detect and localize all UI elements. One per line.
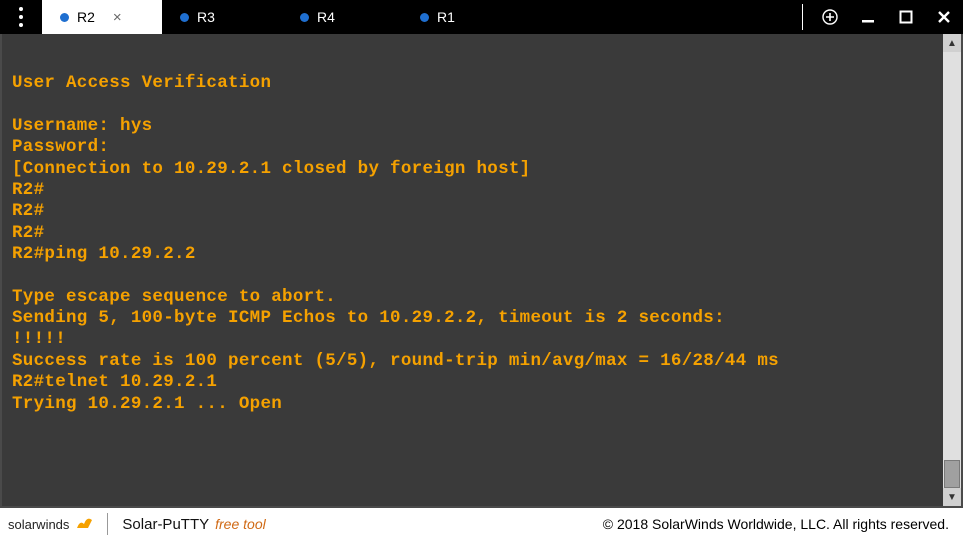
tab-label: R2 [77,9,95,25]
scroll-up-icon[interactable]: ▲ [943,34,961,52]
close-icon [937,10,951,24]
maximize-button[interactable] [887,0,925,34]
tab-label: R3 [197,9,215,25]
maximize-icon [899,10,913,24]
product-tagline: free tool [215,516,266,532]
close-icon[interactable]: × [113,10,122,25]
scrollbar-thumb[interactable] [944,460,960,488]
divider [802,4,803,30]
copyright-text: © 2018 SolarWinds Worldwide, LLC. All ri… [603,516,955,532]
brand-flame-icon [75,514,93,535]
status-dot-icon [180,13,189,22]
scroll-down-icon[interactable]: ▼ [943,488,961,506]
terminal-container: User Access Verification Username: hys P… [0,34,963,508]
product-name: Solar-PuTTY [122,516,209,533]
scrollbar-track[interactable] [943,52,961,488]
minimize-button[interactable] [849,0,887,34]
tab-strip: R2 × R3 R4 R1 [42,0,522,34]
tab-r2[interactable]: R2 × [42,0,162,34]
footer-bar: solarwinds Solar-PuTTY free tool © 2018 … [0,508,963,540]
status-dot-icon [60,13,69,22]
tab-label: R4 [317,9,335,25]
title-bar: R2 × R3 R4 R1 [0,0,963,34]
status-dot-icon [300,13,309,22]
new-tab-button[interactable] [811,0,849,34]
brand-name: solarwinds [8,517,69,532]
tab-r3[interactable]: R3 [162,0,282,34]
terminal-output[interactable]: User Access Verification Username: hys P… [2,34,943,506]
status-dot-icon [420,13,429,22]
close-window-button[interactable] [925,0,963,34]
tab-r1[interactable]: R1 [402,0,522,34]
app-menu-button[interactable] [0,0,42,34]
scrollbar[interactable]: ▲ ▼ [943,34,961,506]
tab-label: R1 [437,9,455,25]
minimize-icon [861,10,875,24]
tab-r4[interactable]: R4 [282,0,402,34]
plus-icon [822,9,838,25]
brand-box: solarwinds [8,513,108,535]
